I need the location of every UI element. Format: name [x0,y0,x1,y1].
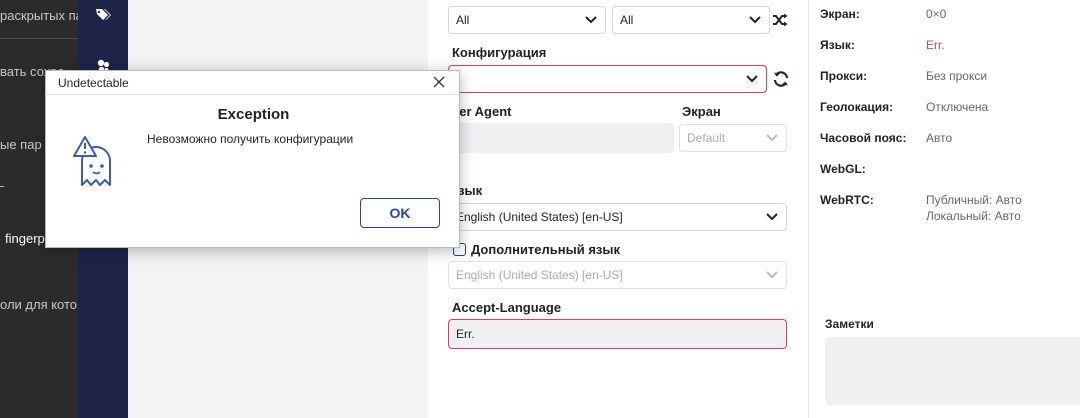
ok-button[interactable]: OK [360,198,440,228]
dialog-window-title: Undetectable [58,76,129,90]
dialog-heading: Exception [217,106,290,123]
additional-language-label: Дополнительный язык [471,242,620,257]
left-panel-text-3: ые пар [0,137,42,152]
left-panel-dash [0,186,4,187]
ghost-warning-icon [72,135,122,189]
info-key-proxy: Прокси: [820,69,868,83]
additional-language-select[interactable]: English (United States) [en-US] [448,261,787,289]
info-value-language: Err. [926,38,945,52]
info-key-webrtc: WebRTC: [820,193,874,207]
info-value-webrtc-local: Локальный: Авто [926,209,1021,223]
accept-language-label: Accept-Language [452,300,562,315]
top-select-1[interactable]: All [448,6,606,34]
left-panel-text-1: раскрытых па [0,8,78,23]
language-select[interactable]: English (United States) [en-US] [448,203,787,231]
info-value-geolocation: Отключена [926,100,989,114]
tag-icon[interactable] [93,5,113,25]
chevron-down-icon [766,210,778,224]
info-key-timezone: Часовой пояс: [820,131,907,145]
profile-form: All All Конфигурация ser Agent Экран Def… [428,0,808,418]
chevron-down-icon [585,13,597,27]
top-select-2[interactable]: All [612,6,770,34]
config-label: Конфигурация [452,45,547,60]
info-key-screen: Экран: [820,7,860,21]
info-value-webrtc-public: Публичный: Авто [926,193,1022,207]
left-panel-divider [0,38,78,39]
additional-language-select-value: English (United States) [en-US] [456,268,623,282]
chevron-down-icon [746,72,758,86]
chevron-down-icon [766,131,778,145]
notes-field[interactable] [825,337,1080,405]
language-select-value: English (United States) [en-US] [456,210,623,224]
info-panel: Экран: 0×0 Язык: Err. Прокси: Без прокси… [808,0,1080,418]
exception-dialog: Undetectable Exception Невозможно получи… [45,70,460,248]
close-icon[interactable] [432,75,446,89]
top-select-1-value: All [456,13,470,27]
info-key-geolocation: Геолокация: [820,100,894,114]
user-agent-field[interactable] [448,123,674,153]
screen-select-value: Default [687,131,726,145]
top-select-2-value: All [620,13,634,27]
config-select[interactable] [448,65,767,93]
accept-language-input[interactable]: Err. [448,319,787,349]
chevron-down-icon [766,268,778,282]
info-value-screen: 0×0 [926,7,947,21]
chevron-down-icon [749,13,761,27]
notes-label: Заметки [825,317,874,331]
screen-select[interactable]: Default [679,124,787,152]
screen-label: Экран [682,104,721,119]
left-panel-text-4: fingerp [5,231,45,246]
dialog-title-separator [46,94,459,95]
language-label: зык [458,183,483,198]
info-value-proxy: Без прокси [926,69,988,83]
accept-language-value: Err. [456,327,475,341]
left-panel-text-5: оли для кото [0,297,78,312]
shuffle-icon[interactable] [772,13,788,29]
info-key-webgl: WebGL: [820,162,866,176]
refresh-icon[interactable] [772,70,790,88]
dialog-message: Невозможно получить конфигурации [147,132,354,146]
info-value-timezone: Авто [926,131,953,145]
info-key-language: Язык: [820,38,855,52]
